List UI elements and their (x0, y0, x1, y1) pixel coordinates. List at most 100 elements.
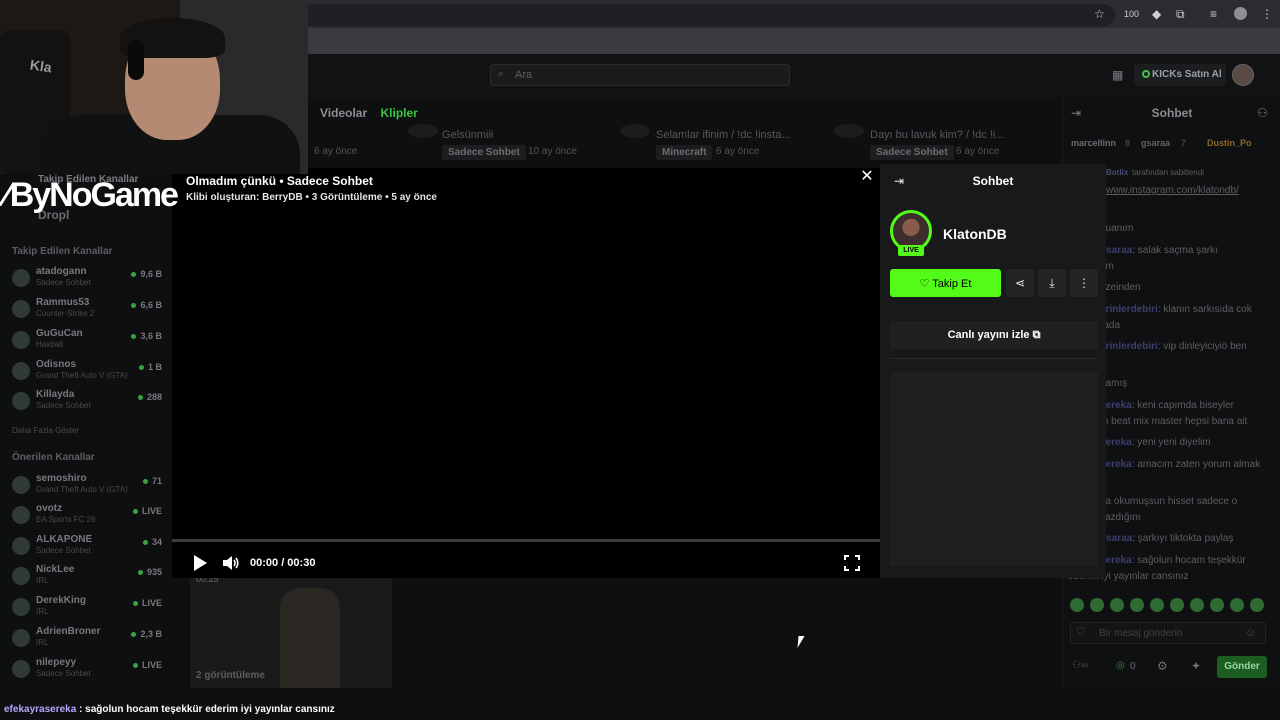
emoji-picker-icon[interactable]: ☺ (1245, 627, 1256, 639)
clip-age: 10 ay önce (528, 146, 577, 157)
chat-input[interactable]: Bir mesaj gönderin (1070, 622, 1266, 644)
external-link-icon: ⧉ (1032, 329, 1041, 341)
emote-icon[interactable] (1150, 598, 1164, 612)
sidebar-channel[interactable]: DerekKing IRL LIVE (12, 595, 162, 623)
viewer-count: 2,3 B (131, 629, 162, 639)
sidebar-channel[interactable]: AdrienBroner IRL 2,3 B (12, 626, 162, 654)
emote-icon[interactable] (1070, 598, 1084, 612)
volume-icon[interactable] (222, 555, 240, 571)
channel-avatar (12, 598, 30, 616)
sidebar-channel[interactable]: ALKAPONE Sadece Sohbet 34 (12, 534, 162, 562)
viewer-count: 34 (143, 537, 162, 547)
chat-message: üzeinden (1100, 282, 1141, 293)
emote-icon[interactable] (1170, 598, 1184, 612)
channel-category: IRL (36, 607, 49, 616)
sidebar-channel[interactable]: semoshiro Grand Theft Auto V (GTA) 71 (12, 473, 162, 501)
extension-diamond-icon[interactable]: ◆ (1152, 7, 1161, 21)
clip-avatar (408, 124, 438, 138)
chat-users-icon[interactable]: ⚇∞ (1072, 660, 1088, 671)
gift-icon[interactable]: ✦ (1191, 659, 1201, 673)
sidebar-channel[interactable]: Killayda Sadece Sohbet 288 (12, 389, 162, 417)
close-icon[interactable]: ✕ (859, 169, 875, 185)
download-icon[interactable]: ⤓ (1038, 269, 1066, 297)
emote-icon[interactable] (1210, 598, 1224, 612)
layout-icon[interactable]: ▦ (1112, 68, 1123, 82)
sidebar-channel[interactable]: GuGuCan Haxball 3,6 B (12, 328, 162, 356)
watch-live-label: Canlı yayını izle (947, 329, 1030, 341)
clip-title[interactable]: Selamlar ifinim / !dc !insta... (656, 129, 791, 141)
shield-icon: ⛉ (1077, 627, 1085, 638)
channel-category: IRL (36, 638, 49, 647)
video-player[interactable] (172, 168, 880, 578)
channel-category: Grand Theft Auto V (GTA) (36, 485, 128, 494)
settings-gear-icon[interactable]: ⚙ (1157, 659, 1168, 673)
top-gifter: gsaraa (1141, 138, 1171, 148)
pinned-link[interactable]: www.instagram.com/klatondb/ (1106, 185, 1239, 196)
clip-views: 2 görüntüleme (196, 670, 265, 681)
tab-videos[interactable]: Videolar (320, 106, 367, 120)
kicks-coin-icon (1142, 70, 1150, 78)
extension-counter-icon[interactable]: 100 (1124, 9, 1139, 19)
sidebar-channel[interactable]: NickLee IRL 935 (12, 564, 162, 592)
browser-menu-icon[interactable]: ⋮ (1261, 7, 1273, 21)
viewer-count: 288 (138, 392, 162, 402)
chat-message: m beat mix master hepsi bana ait (1100, 416, 1248, 427)
clip-title[interactable]: Dayı bu lavuk kim? / !dc !i... (870, 129, 1005, 141)
watch-live-button[interactable]: Canlı yayını izle ⧉ (890, 321, 1098, 349)
bookmark-bar (300, 28, 1280, 54)
emote-icon[interactable] (1250, 598, 1264, 612)
viewer-count: LIVE (133, 506, 162, 516)
emote-icon[interactable] (1090, 598, 1104, 612)
clip-title[interactable]: Gelsünmiii (442, 129, 493, 141)
channel-name: Killayda (36, 389, 75, 400)
emote-icon[interactable] (1130, 598, 1144, 612)
address-bar[interactable] (300, 4, 1115, 26)
sidebar-channel[interactable]: Rammus53 Counter-Strike 2 6,6 B (12, 297, 162, 325)
profile-avatar[interactable] (1234, 7, 1247, 20)
follow-button[interactable]: ♡ Takip Et (890, 269, 1001, 297)
chat-message: da okumuşsun hisset sadece o (1100, 496, 1238, 507)
channel-avatar (12, 506, 30, 524)
clip-category-tag[interactable]: Minecraft (656, 145, 713, 160)
extensions-puzzle-icon[interactable]: ⧉ (1176, 7, 1185, 22)
chat-message: sereka: sağolun hocam teşekkür (1100, 555, 1246, 566)
fullscreen-icon[interactable] (844, 555, 860, 571)
share-icon[interactable]: ⋖ (1006, 269, 1034, 297)
channel-name[interactable]: KlatonDB (943, 226, 1007, 242)
clip-age: 6 ay önce (956, 146, 1000, 157)
viewer-count: 71 (143, 476, 162, 486)
chat-message: sereka: keni capımda biseyler (1100, 400, 1234, 411)
clip-category-tag[interactable]: Sadece Sohbet (442, 145, 526, 160)
media-control-icon[interactable]: ≡ (1210, 7, 1217, 21)
tab-clips[interactable]: Klipler (380, 106, 417, 120)
chat-collapse-icon[interactable]: ⇥ (1071, 106, 1081, 120)
channel-tabs: Videolar Klipler (320, 106, 428, 120)
ticker-message: : sağolun hocam teşekkür ederim iyi yayı… (76, 704, 335, 715)
sidebar-channel[interactable]: nilepeyy Sadece Sohbet LIVE (12, 657, 162, 685)
sidebar-channel[interactable]: Odisnos Grand Theft Auto V (GTA) 1 B (12, 359, 162, 387)
sidebar-channel[interactable]: ovotz EA Sports FC 26 LIVE (12, 503, 162, 531)
user-avatar[interactable] (1232, 64, 1254, 86)
clip-age: 6 ay önce (314, 146, 358, 157)
emote-icon[interactable] (1190, 598, 1204, 612)
top-gifter: marcellinn (1071, 138, 1117, 148)
clip-category-tag[interactable]: Sadece Sohbet (870, 145, 954, 160)
emote-icon[interactable] (1230, 598, 1244, 612)
send-button[interactable]: Gönder (1217, 656, 1267, 678)
bookmark-star-icon[interactable]: ☆ (1094, 7, 1105, 21)
viewer-count: 935 (138, 567, 162, 577)
progress-bar[interactable] (172, 539, 880, 542)
show-more-link[interactable]: Daha Fazla Göster (12, 426, 79, 435)
search-input[interactable]: Ara (490, 64, 790, 86)
channel-category: Sadece Sohbet (36, 278, 91, 287)
more-options-icon[interactable]: ⋮ (1070, 269, 1098, 297)
channel-category: Haxball (36, 340, 63, 349)
buy-kicks-label: KICKs Satın Al (1152, 69, 1222, 80)
play-icon[interactable] (192, 554, 208, 572)
chat-users-icon[interactable]: ⚇ (1257, 106, 1268, 120)
channel-name: nilepeyy (36, 657, 77, 668)
sidebar-channel[interactable]: atadogann Sadece Sohbet 9,6 B (12, 266, 162, 294)
buy-kicks-button[interactable]: KICKs Satın Al (1134, 64, 1226, 86)
points-icon: ◎ (1116, 660, 1125, 671)
emote-icon[interactable] (1110, 598, 1124, 612)
